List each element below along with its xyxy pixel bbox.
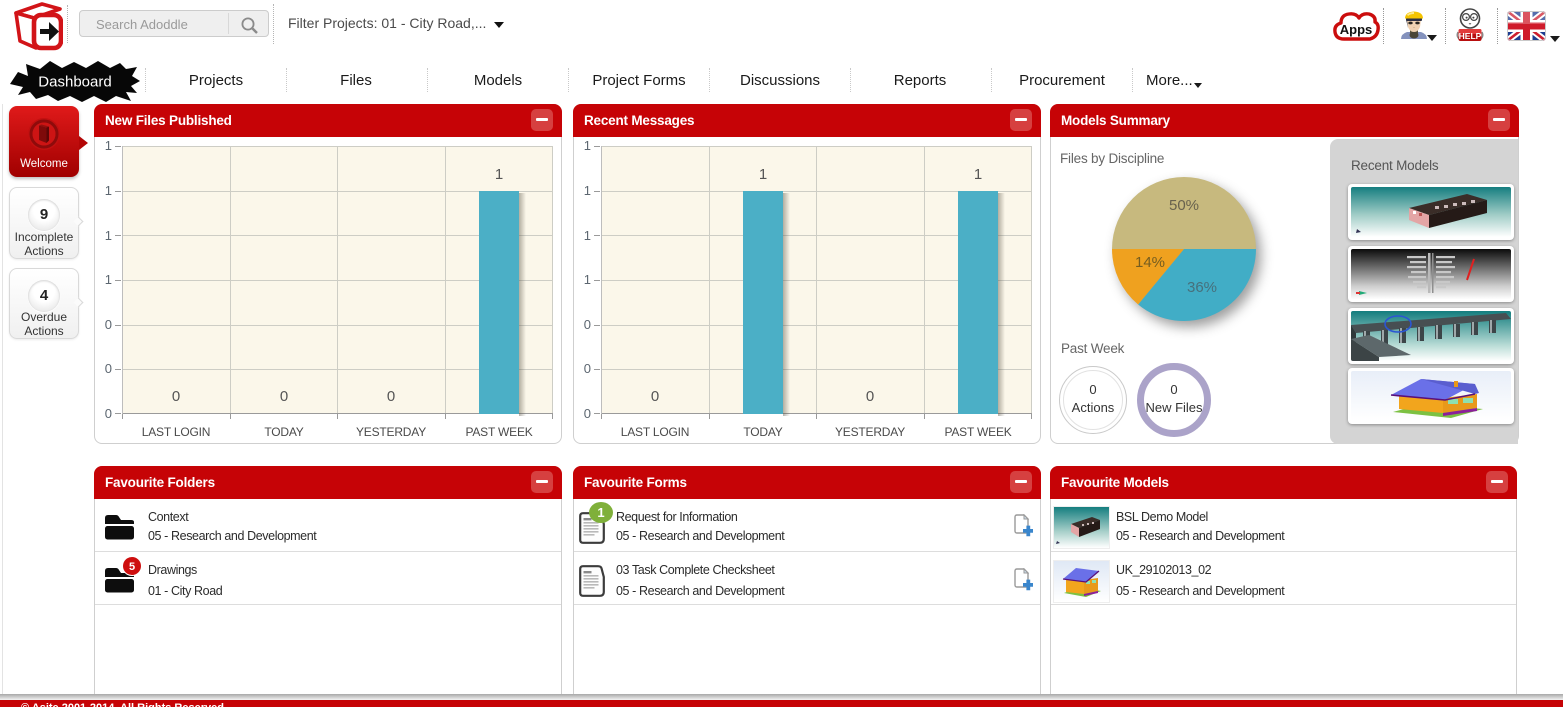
svg-text:Dashboard: Dashboard: [38, 74, 111, 91]
svg-text:HELP: HELP: [1459, 31, 1482, 41]
svg-text:Apps: Apps: [1340, 22, 1373, 37]
